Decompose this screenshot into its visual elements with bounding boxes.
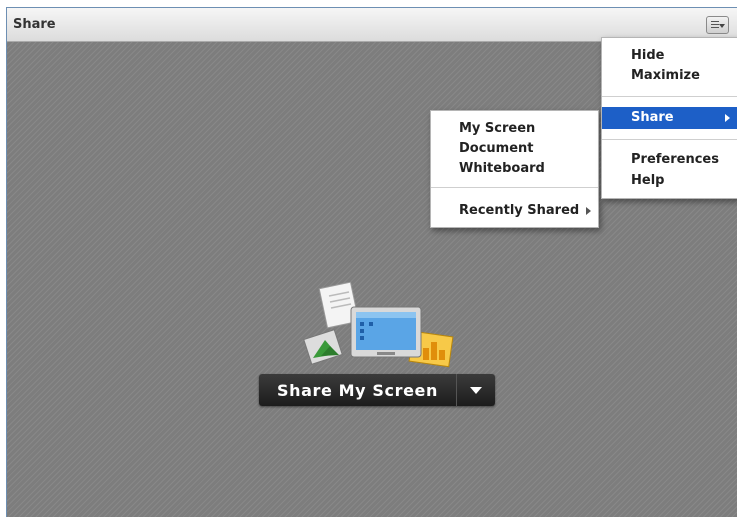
menu-item-label: Share <box>631 110 674 125</box>
submenu-item-my-screen[interactable]: My Screen <box>431 118 598 139</box>
pod-title: Share <box>13 17 56 32</box>
triangle-down-icon <box>470 387 482 394</box>
share-my-screen-button[interactable]: Share My Screen <box>259 374 457 406</box>
menu-item-maximize[interactable]: Maximize <box>602 65 737 86</box>
share-options-dropdown-button[interactable] <box>457 374 495 406</box>
menu-item-label: Maximize <box>631 68 700 83</box>
menu-item-label: Help <box>631 173 665 188</box>
chevron-right-icon <box>725 114 730 122</box>
submenu-item-document[interactable]: Document <box>431 138 598 159</box>
submenu-item-label: Whiteboard <box>459 161 545 176</box>
menu-item-help[interactable]: Help <box>602 170 737 191</box>
pod-options-menu-button[interactable] <box>706 16 729 34</box>
share-my-screen-control: Share My Screen <box>259 374 495 406</box>
menu-separator <box>431 187 598 188</box>
share-submenu: My Screen Document Whiteboard Recently S… <box>430 110 599 228</box>
share-content-illustration-icon <box>303 282 454 368</box>
submenu-item-label: Document <box>459 141 534 156</box>
hamburger-icon <box>711 21 719 29</box>
submenu-item-label: Recently Shared <box>459 203 580 218</box>
pod-options-menu: Hide Maximize Share Preferences Help <box>601 37 737 199</box>
menu-item-hide[interactable]: Hide <box>602 45 737 66</box>
submenu-item-label: My Screen <box>459 121 536 136</box>
menu-item-share[interactable]: Share <box>602 107 737 129</box>
screen-monitor-icon <box>350 306 422 358</box>
menu-item-label: Hide <box>631 48 665 63</box>
menu-item-label: Preferences <box>631 152 719 167</box>
chevron-down-icon <box>719 24 725 28</box>
menu-item-preferences[interactable]: Preferences <box>602 149 737 170</box>
menu-separator <box>602 96 737 97</box>
image-icon <box>303 329 343 365</box>
menu-separator <box>602 139 737 140</box>
submenu-item-whiteboard[interactable]: Whiteboard <box>431 158 598 179</box>
submenu-item-recently-shared[interactable]: Recently Shared <box>431 200 598 221</box>
chevron-right-icon <box>586 207 591 215</box>
